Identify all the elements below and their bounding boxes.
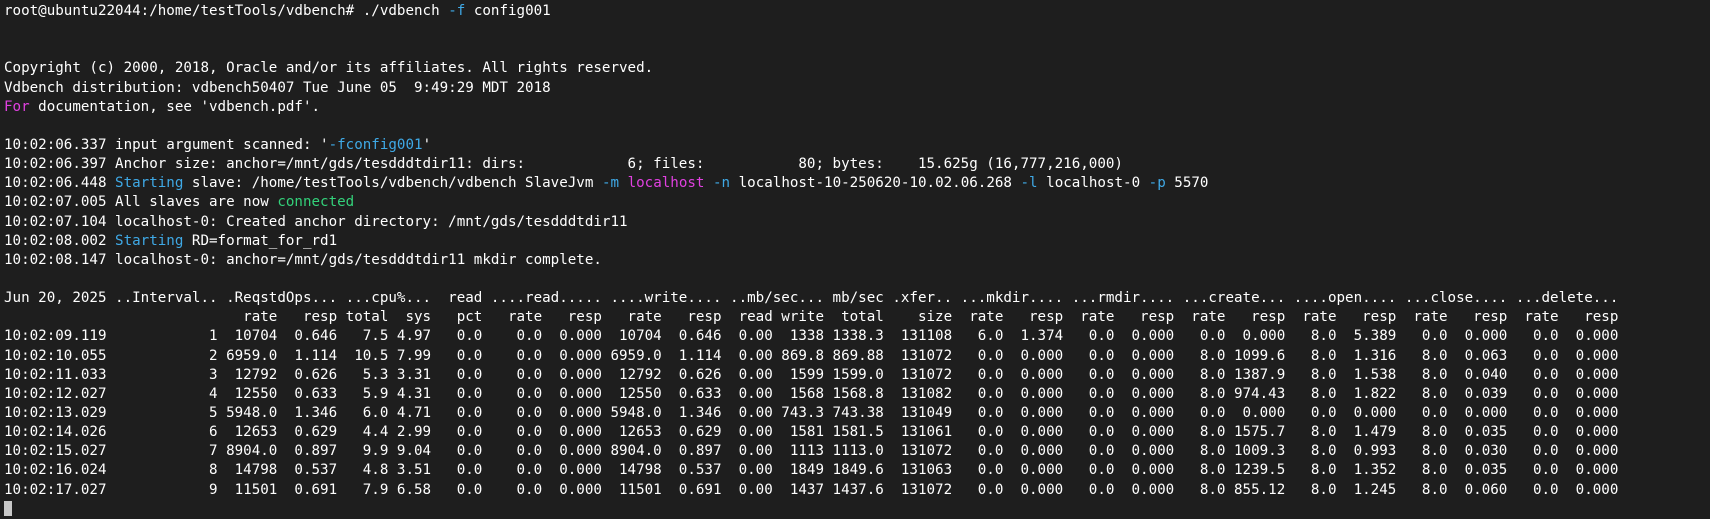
table-subheader-row: rate resp total sys pct rate resp rate r…: [4, 309, 1619, 326]
table-row: 10:02:09.119 1 10704 0.646 7.5 4.97 0.0 …: [4, 328, 1619, 345]
log-line-created-anchor: 10:02:07.104 localhost-0: Created anchor…: [4, 213, 628, 230]
table-row: 10:02:13.029 5 5948.0 1.346 6.0 4.71 0.0…: [4, 404, 1619, 421]
command-flag: -f: [448, 3, 466, 19]
command-name: ./vdbench: [362, 3, 440, 19]
table-row: 10:02:16.024 8 14798 0.537 4.8 3.51 0.0 …: [4, 462, 1619, 479]
table-row: 10:02:10.055 2 6959.0 1.114 10.5 7.99 0.…: [4, 347, 1619, 364]
table-row: 10:02:12.027 4 12550 0.633 5.9 4.31 0.0 …: [4, 385, 1619, 402]
copyright-line: Copyright (c) 2000, 2018, Oracle and/or …: [4, 60, 654, 77]
log-line-starting-slave: 10:02:06.448 Starting slave: /home/testT…: [4, 174, 1710, 193]
prompt-path: :/home/testTools/vdbench: [140, 3, 346, 19]
log-line-mkdir-complete: 10:02:08.147 localhost-0: anchor=/mnt/gd…: [4, 251, 602, 268]
log-text: RD=format_for_rd1: [183, 232, 338, 249]
prompt-symbol: #: [345, 3, 363, 19]
cursor-line: [4, 500, 1710, 519]
documentation-line: For documentation, see 'vdbench.pdf'.: [4, 98, 1710, 117]
keyword-localhost: localhost: [627, 175, 705, 192]
log-text: localhost-0: [1037, 175, 1149, 192]
log-line-slaves-connected: 10:02:07.005 All slaves are now connecte…: [4, 193, 1710, 212]
table-row: 10:02:11.033 3 12792 0.626 5.3 3.31 0.0 …: [4, 366, 1619, 383]
log-line-input-argument: 10:02:06.337 input argument scanned: '-f…: [4, 136, 1710, 155]
distribution-line: Vdbench distribution: vdbench50407 Tue J…: [4, 79, 551, 96]
table-header-row: Jun 20, 2025 ..Interval.. .ReqstdOps... …: [4, 290, 1619, 307]
table-row: 10:02:14.026 6 12653 0.629 4.4 2.99 0.0 …: [4, 424, 1619, 441]
log-line-starting-rd: 10:02:08.002 Starting RD=format_for_rd1: [4, 232, 1710, 251]
terminal-window[interactable]: root@ubuntu22044:/home/testTools/vdbench…: [0, 0, 1710, 516]
table-row: 10:02:15.027 7 8904.0 0.897 9.9 9.04 0.0…: [4, 443, 1619, 460]
documentation-text: documentation, see 'vdbench.pdf'.: [29, 98, 321, 115]
log-text: slave: /home/testTools/vdbench/vdbench S…: [183, 175, 602, 192]
log-text: 10:02:07.005 All slaves are now: [4, 194, 278, 211]
option-p: -p: [1148, 175, 1166, 192]
prompt-userhost: root@ubuntu22044: [4, 3, 141, 19]
log-line-anchor-size: 10:02:06.397 Anchor size: anchor=/mnt/gd…: [4, 156, 1123, 173]
keyword-for: For: [4, 98, 30, 115]
log-text: input argument scanned: ': [106, 136, 329, 153]
option-l: -l: [1020, 175, 1038, 192]
log-time: 10:02:06.337: [4, 136, 107, 153]
log-text: 5570: [1165, 175, 1209, 192]
table-row: 10:02:17.027 9 11501 0.691 7.9 6.58 0.0 …: [4, 481, 1619, 498]
log-time: 10:02:08.002: [4, 232, 116, 249]
command-prompt-line: root@ubuntu22044:/home/testTools/vdbench…: [4, 2, 1710, 21]
option-n: -n: [713, 175, 731, 192]
log-time: 10:02:06.448: [4, 175, 116, 192]
log-text: localhost-10-250620-10.02.06.268: [730, 175, 1021, 192]
keyword-starting: Starting: [115, 232, 184, 249]
log-argument: -fconfig001: [328, 136, 423, 153]
keyword-starting: Starting: [115, 175, 184, 192]
terminal-cursor[interactable]: [4, 500, 12, 516]
keyword-connected: connected: [277, 194, 355, 211]
command-arg: config001: [473, 3, 551, 19]
log-text-end: ': [422, 136, 432, 153]
option-m: -m: [601, 175, 620, 192]
